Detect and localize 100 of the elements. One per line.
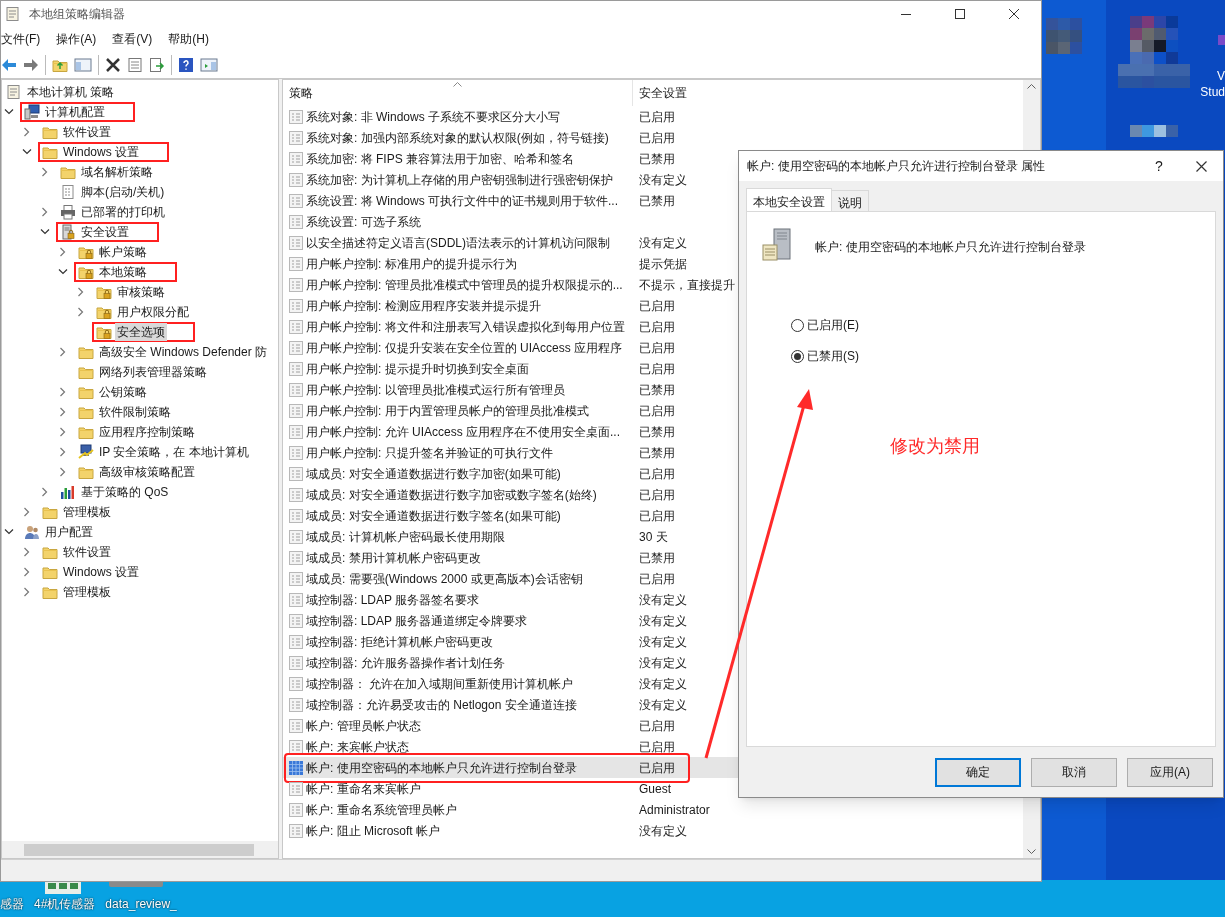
tree-item[interactable]: Windows 设置	[61, 143, 141, 161]
tab[interactable]: 本地安全设置	[746, 188, 832, 212]
tree-item[interactable]: 已部署的打印机	[79, 203, 167, 221]
list-row[interactable]: 域控制器: 拒绝计算机帐户密码更改 没有定义	[283, 631, 1023, 652]
annotation-text: 修改为禁用	[890, 436, 980, 456]
tree-item[interactable]: 管理模板	[61, 503, 113, 521]
policy-setting: 已禁用	[638, 150, 675, 168]
list-row[interactable]: 域控制器: LDAP 服务器签名要求 没有定义	[283, 589, 1023, 610]
list-row[interactable]: 域成员: 对安全通道数据进行数字加密(如果可能) 已启用	[283, 463, 1023, 484]
tree-item[interactable]: 应用程序控制策略	[97, 423, 197, 441]
policy-setting: 已禁用	[638, 381, 675, 399]
tree-item[interactable]: 高级安全 Windows Defender 防	[97, 343, 270, 361]
dialog-button[interactable]: 确定	[935, 757, 1021, 787]
tree-item[interactable]: 高级审核策略配置	[97, 463, 197, 481]
tree-item[interactable]: Windows 设置	[61, 563, 141, 581]
policy-icon	[289, 340, 303, 355]
policy-name: 域成员: 计算机帐户密码最长使用期限	[306, 528, 505, 546]
folder-icon	[60, 164, 76, 180]
tree-item[interactable]: 软件设置	[61, 123, 113, 141]
list-row[interactable]: 用户帐户控制: 标准用户的提升提示行为 提示凭据	[283, 253, 1023, 274]
policy-icon	[289, 109, 303, 124]
column-header[interactable]: 安全设置	[633, 80, 687, 106]
folder-icon	[78, 424, 94, 440]
list-row[interactable]: 系统对象: 非 Windows 子系统不要求区分大小写 已启用	[283, 106, 1023, 127]
tree-item[interactable]: 安全设置	[79, 223, 131, 241]
list-row[interactable]: 域控制器： 允许在加入域期间重新使用计算机帐户 没有定义	[283, 673, 1023, 694]
list-row[interactable]: 域成员: 需要强(Windows 2000 或更高版本)会话密钥 已启用	[283, 568, 1023, 589]
tree-item[interactable]: 安全选项	[115, 323, 167, 341]
scroll-down-icon[interactable]	[1027, 849, 1036, 854]
list-row[interactable]: 域控制器: LDAP 服务器通道绑定令牌要求 没有定义	[283, 610, 1023, 631]
policy-setting: 已禁用	[638, 423, 675, 441]
help-button[interactable]: ?	[1139, 155, 1179, 177]
policy-name: 域控制器: LDAP 服务器通道绑定令牌要求	[306, 612, 528, 630]
dialog-button[interactable]: 应用(A)	[1127, 757, 1213, 787]
tree-item[interactable]: 审核策略	[115, 283, 167, 301]
list-row[interactable]: 系统对象: 加强内部系统对象的默认权限(例如，符号链接) 已启用	[283, 127, 1023, 148]
folder-icon	[78, 344, 94, 360]
close-icon	[1195, 160, 1207, 172]
locked-folder-icon	[96, 284, 112, 300]
tree-item[interactable]: 本地计算机 策略	[25, 83, 117, 101]
list-row[interactable]: 域成员: 禁用计算机帐户密码更改 已禁用	[283, 547, 1023, 568]
list-row[interactable]: 域控制器: 允许服务器操作者计划任务 没有定义	[283, 652, 1023, 673]
dialog-button[interactable]: 取消	[1031, 757, 1117, 787]
policy-setting: 30 天	[638, 528, 668, 546]
list-row[interactable]: 域控制器：允许易受攻击的 Netlogon 安全通道连接 没有定义	[283, 694, 1023, 715]
policy-name: 帐户: 管理员帐户状态	[306, 717, 421, 735]
list-row[interactable]: 域成员: 对安全通道数据进行数字签名(如果可能) 已启用	[283, 505, 1023, 526]
policy-icon	[289, 403, 303, 418]
radio-button[interactable]	[791, 349, 804, 363]
scroll-up-icon[interactable]	[1027, 84, 1036, 89]
radio-button[interactable]	[791, 318, 804, 332]
policy-icon	[289, 571, 303, 586]
policy-name: 域成员: 禁用计算机帐户密码更改	[306, 549, 481, 567]
policy-name: 用户帐户控制: 用于内置管理员帐户的管理员批准模式	[306, 402, 589, 420]
folder-icon	[42, 544, 58, 560]
tree-item[interactable]: 管理模板	[61, 583, 113, 601]
policy-name: 域控制器: 拒绝计算机帐户密码更改	[306, 633, 493, 651]
tree-item[interactable]: IP 安全策略，在 本地计算机	[97, 443, 251, 461]
desktop-icon-label[interactable]: Stud	[1200, 84, 1225, 100]
list-row[interactable]: 域成员: 计算机帐户密码最长使用期限 30 天	[283, 526, 1023, 547]
tree-item[interactable]: 脚本(启动/关机)	[79, 183, 167, 201]
desktop-icon-label[interactable]: V	[1217, 68, 1225, 84]
list-row[interactable]: 帐户: 阻止 Microsoft 帐户 没有定义	[283, 820, 1023, 841]
radio-label[interactable]: 已启用(E)	[807, 316, 859, 334]
list-row[interactable]: 系统设置: 可选子系统	[283, 211, 1023, 232]
tree-item[interactable]: 计算机配置	[43, 103, 107, 121]
horizontal-scrollbar[interactable]	[2, 841, 278, 858]
policy-setting: 没有定义	[638, 234, 687, 252]
policy-setting: 已启用	[638, 717, 675, 735]
column-header[interactable]: 策略	[283, 80, 633, 106]
tree-item[interactable]: 域名解析策略	[79, 163, 155, 181]
tree-item[interactable]: 基于策略的 QoS	[79, 483, 171, 501]
tree-item[interactable]: 网络列表管理器策略	[97, 363, 209, 381]
tree-item[interactable]: 公钥策略	[97, 383, 149, 401]
menu-item[interactable]: 查看(V)	[104, 30, 161, 48]
policy-setting: 没有定义	[638, 654, 687, 672]
tree-item[interactable]: 软件限制策略	[97, 403, 173, 421]
locked-folder-icon	[96, 324, 112, 340]
menu-item[interactable]: 文件(F)	[1, 30, 49, 48]
list-row[interactable]: 域成员: 对安全通道数据进行数字加密或数字签名(始终) 已启用	[283, 484, 1023, 505]
tree-item[interactable]: 帐户策略	[97, 243, 149, 261]
menu-item[interactable]: 操作(A)	[48, 30, 105, 48]
tree-item[interactable]: 软件设置	[61, 543, 113, 561]
list-row[interactable]: 帐户: 来宾帐户状态 已启用	[283, 736, 1023, 757]
tree-item[interactable]: 本地策略	[97, 263, 149, 281]
list-row[interactable]: 用户帐户控制: 检测应用程序安装并提示提升 已启用	[283, 295, 1023, 316]
tab[interactable]: 说明	[831, 190, 869, 211]
radio-label[interactable]: 已禁用(S)	[807, 347, 859, 365]
list-row[interactable]: 用户帐户控制: 以管理员批准模式运行所有管理员 已禁用	[283, 379, 1023, 400]
folder-icon	[78, 464, 94, 480]
sort-caret-icon	[453, 82, 462, 87]
list-row[interactable]: 用户帐户控制: 管理员批准模式中管理员的提升权限提示的... 不提示，直接提升	[283, 274, 1023, 295]
tree-item[interactable]: 用户权限分配	[115, 303, 191, 321]
list-row[interactable]: 帐户: 管理员帐户状态 已启用	[283, 715, 1023, 736]
tree-item[interactable]: 用户配置	[43, 523, 95, 541]
policy-name: 域成员: 对安全通道数据进行数字加密或数字签名(始终)	[306, 486, 597, 504]
menu-item[interactable]: 帮助(H)	[160, 30, 217, 48]
policy-icon	[289, 676, 303, 691]
list-row[interactable]: 用户帐户控制: 用于内置管理员帐户的管理员批准模式 已启用	[283, 400, 1023, 421]
list-row[interactable]: 帐户: 重命名系统管理员帐户 Administrator	[283, 799, 1023, 820]
